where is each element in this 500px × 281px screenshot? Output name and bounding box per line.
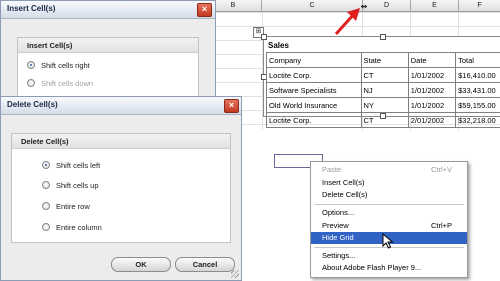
sales-data-table: Company State Date Total Loctite Corp. C… <box>266 52 500 128</box>
insert-options-group: Insert Cell(s) Shift cells right Shift c… <box>17 37 199 97</box>
table-cell[interactable]: NJ <box>360 82 409 98</box>
dialog-titlebar[interactable]: Insert Cell(s) × <box>1 1 215 19</box>
menu-item-shortcut: Ctrl+P <box>431 221 453 230</box>
menu-item-options[interactable]: Options... <box>311 207 467 219</box>
dialog-titlebar[interactable]: Delete Cell(s) × <box>1 97 241 115</box>
dialog-title: Insert Cell(s) <box>7 4 56 13</box>
column-header-d[interactable]: D <box>363 0 411 11</box>
radio-label: Shift cells up <box>56 181 99 190</box>
table-cell[interactable]: Old World Insurance <box>266 97 362 113</box>
close-icon[interactable]: × <box>197 3 212 17</box>
group-title: Insert Cell(s) <box>27 41 73 50</box>
context-menu: Paste Ctrl+V Insert Cell(s) Delete Cell(… <box>310 161 468 278</box>
table-cell[interactable]: Date <box>407 52 457 68</box>
radio-label: Shift cells left <box>56 161 101 170</box>
menu-item-label: Settings... <box>322 251 356 260</box>
radio-label: Entire column <box>56 223 102 232</box>
table-cell[interactable]: 1/01/2002 <box>407 67 457 83</box>
insert-cells-dialog: Insert Cell(s) × Insert Cell(s) Shift ce… <box>0 0 216 99</box>
table-cell[interactable]: Total <box>455 52 500 68</box>
menu-item-label: Preview <box>322 221 349 230</box>
radio-button[interactable] <box>42 223 50 231</box>
menu-item-label: Insert Cell(s) <box>322 178 365 187</box>
table-cell[interactable]: Company <box>266 52 362 68</box>
red-arrow-icon <box>334 8 360 36</box>
table-cell[interactable]: $32,218.00 <box>455 112 500 128</box>
table-cell[interactable]: CT <box>360 112 409 128</box>
radio-label: Shift cells right <box>41 61 90 70</box>
menu-item-delete-cells[interactable]: Delete Cell(s) <box>311 189 467 201</box>
menu-item-shortcut: Ctrl+V <box>431 165 453 174</box>
menu-item-label: About Adobe Flash Player 9... <box>322 263 422 272</box>
table-cell[interactable]: $33,431.00 <box>455 82 500 98</box>
delete-cells-dialog: Delete Cell(s) × Delete Cell(s) Shift ce… <box>0 96 242 281</box>
table-row: Loctite Corp. CT 2/01/2002 $32,218.00 <box>266 112 500 128</box>
ok-button[interactable]: OK <box>111 257 171 272</box>
selection-handle[interactable] <box>261 34 267 40</box>
table-cell[interactable]: State <box>360 52 409 68</box>
radio-button[interactable] <box>27 79 35 87</box>
radio-label: Shift cells down <box>41 79 94 88</box>
radio-button[interactable] <box>42 202 50 210</box>
menu-item-paste[interactable]: Paste Ctrl+V <box>311 164 467 176</box>
menu-item-label: Hide Grid <box>322 233 354 242</box>
delete-options-group: Delete Cell(s) Shift cells left Shift ce… <box>11 133 231 243</box>
table-cell[interactable]: NY <box>360 97 409 113</box>
radio-button[interactable] <box>42 181 50 189</box>
table-cell[interactable]: Software Specialists <box>266 82 362 98</box>
table-cell[interactable]: 1/01/2002 <box>407 97 457 113</box>
table-row: Old World Insurance NY 1/01/2002 $59,155… <box>266 97 500 113</box>
menu-item-about[interactable]: About Adobe Flash Player 9... <box>311 262 467 274</box>
mouse-pointer-icon <box>382 233 394 249</box>
table-title: Sales <box>268 41 289 50</box>
table-row: Loctite Corp. CT 1/01/2002 $16,410.00 <box>266 67 500 83</box>
menu-item-label: Delete Cell(s) <box>322 190 368 199</box>
menu-item-preview[interactable]: Preview Ctrl+P <box>311 220 467 232</box>
menu-item-label: Paste <box>322 165 342 174</box>
close-icon[interactable]: × <box>224 99 239 113</box>
table-cell[interactable]: $59,155.00 <box>455 97 500 113</box>
table-cell[interactable]: $16,410.00 <box>455 67 500 83</box>
table-cell[interactable]: CT <box>360 67 409 83</box>
cancel-button[interactable]: Cancel <box>175 257 235 272</box>
resize-grip-icon[interactable] <box>231 270 239 278</box>
menu-item-settings[interactable]: Settings... <box>311 250 467 262</box>
selection-handle[interactable] <box>380 34 386 40</box>
radio-button[interactable] <box>42 161 50 169</box>
table-row: Company State Date Total <box>266 52 500 68</box>
table-cell[interactable]: 1/01/2002 <box>407 82 457 98</box>
menu-item-label: Options... <box>322 208 355 217</box>
radio-label: Entire row <box>56 202 90 211</box>
table-row: Software Specialists NJ 1/01/2002 $33,43… <box>266 82 500 98</box>
table-cell[interactable]: Loctite Corp. <box>266 67 362 83</box>
radio-button[interactable] <box>27 61 35 69</box>
menu-separator <box>314 204 464 205</box>
dialog-title: Delete Cell(s) <box>7 100 58 109</box>
menu-item-insert-cells[interactable]: Insert Cell(s) <box>311 177 467 189</box>
group-title: Delete Cell(s) <box>21 137 69 146</box>
table-cell[interactable]: 2/01/2002 <box>407 112 457 128</box>
table-cell[interactable]: Loctite Corp. <box>266 112 362 128</box>
column-header-e[interactable]: E <box>411 0 459 11</box>
sales-table: Sales Company State Date Total Loctite C… <box>261 34 500 128</box>
column-header-f[interactable]: F <box>459 0 500 11</box>
